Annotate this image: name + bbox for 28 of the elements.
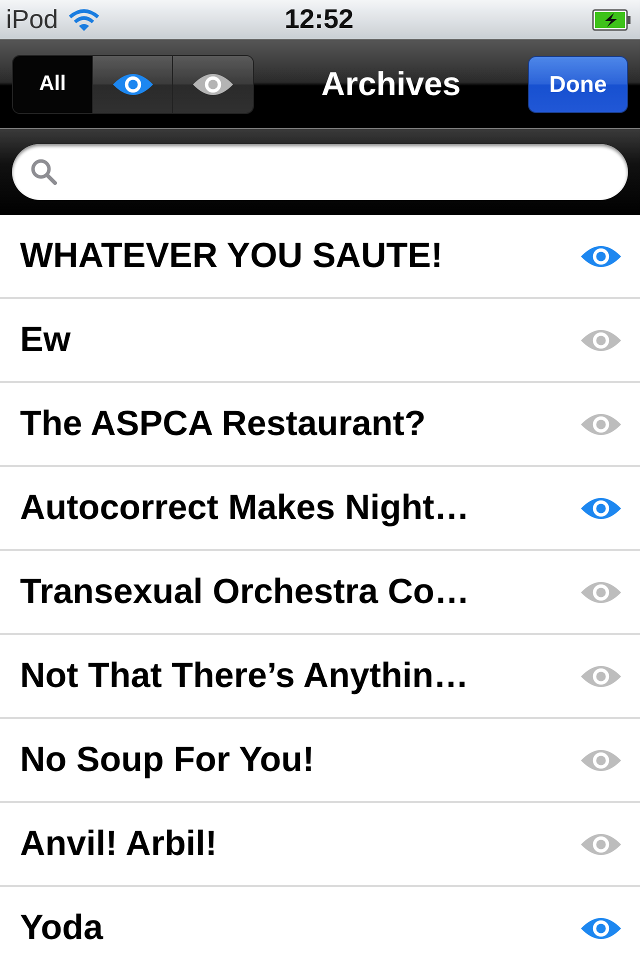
clock-time: 12:52: [284, 4, 354, 35]
battery-icon: [592, 8, 632, 30]
row-title: Autocorrect Makes Night…: [20, 488, 470, 528]
list-row[interactable]: WHATEVER YOU SAUTE!: [0, 215, 640, 299]
carrier-label: iPod: [6, 4, 58, 35]
row-title: Anvil! Arbil!: [20, 824, 218, 864]
filter-segment[interactable]: All: [13, 56, 93, 112]
list-row[interactable]: Anvil! Arbil!: [0, 803, 640, 887]
list-row[interactable]: Transexual Orchestra Co…: [0, 551, 640, 635]
nav-title: Archives: [320, 65, 462, 103]
row-title: Transexual Orchestra Co…: [20, 572, 470, 612]
list-row[interactable]: Ew: [0, 299, 640, 383]
row-title: The ASPCA Restaurant?: [20, 404, 426, 444]
filter-segment[interactable]: [173, 56, 253, 112]
filter-segment[interactable]: [93, 56, 173, 112]
search-icon: [30, 158, 58, 186]
list-row[interactable]: No Soup For You!: [0, 719, 640, 803]
list-row[interactable]: Yoda: [0, 887, 640, 960]
wifi-icon: [68, 8, 100, 32]
row-title: Ew: [20, 320, 71, 360]
list-row[interactable]: Autocorrect Makes Night…: [0, 467, 640, 551]
list-row[interactable]: The ASPCA Restaurant?: [0, 383, 640, 467]
row-title: No Soup For You!: [20, 740, 314, 780]
list-row[interactable]: Not That There’s Anythin…: [0, 635, 640, 719]
row-title: Yoda: [20, 908, 103, 948]
done-button[interactable]: Done: [528, 56, 628, 112]
row-title: WHATEVER YOU SAUTE!: [20, 236, 443, 276]
row-title: Not That There’s Anythin…: [20, 656, 469, 696]
